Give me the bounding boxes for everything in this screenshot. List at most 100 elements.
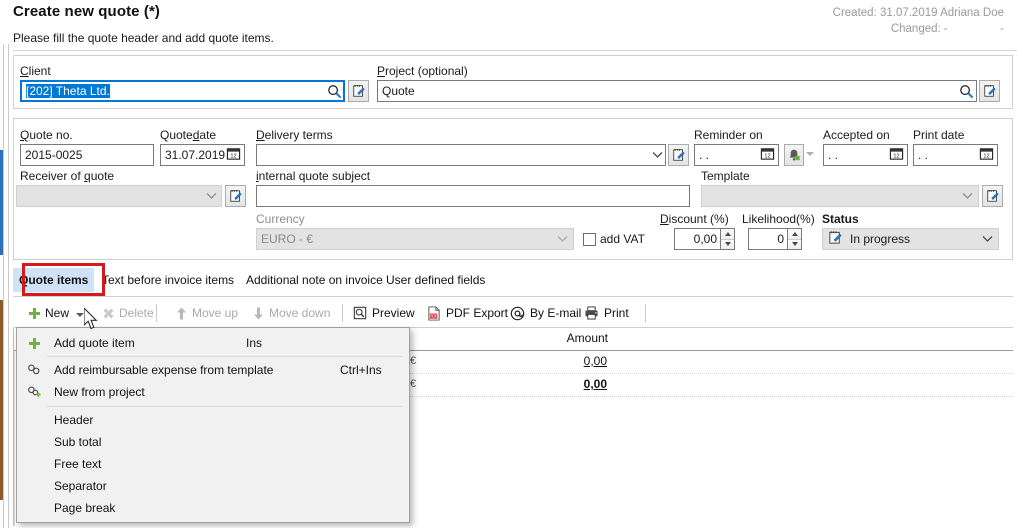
tab-text-before-invoice-items[interactable]: Text before invoice items <box>96 268 240 292</box>
quote-no-label: Quote no. <box>20 128 73 142</box>
likelihood-input[interactable]: 0 <box>748 228 788 250</box>
delivery-terms-combo[interactable] <box>256 144 666 166</box>
edit-note-icon <box>672 148 686 162</box>
pdf-export-button[interactable]: PDF PDF Export <box>427 300 508 326</box>
svg-text:12: 12 <box>983 154 989 160</box>
quote-no-value: 2015-0025 <box>25 148 82 162</box>
project-search-icon[interactable] <box>957 82 975 100</box>
expense-icon <box>26 363 42 377</box>
new-button-label: New <box>45 306 69 320</box>
currency-value: EURO - € <box>261 232 313 246</box>
menu-page-break[interactable]: Page break <box>18 497 408 519</box>
likelihood-stepper-down[interactable] <box>788 240 801 250</box>
client-label: Client <box>20 64 51 78</box>
quote-date-label: Quotedate <box>160 128 216 142</box>
header-divider <box>13 50 1017 51</box>
print-date-calendar-icon[interactable]: 12 <box>979 146 994 161</box>
project-edit-button[interactable] <box>979 80 1000 102</box>
menu-item-shortcut: Ins <box>246 336 416 350</box>
menu-item-label: Add quote item <box>54 336 135 350</box>
status-chevron-down-icon[interactable] <box>982 235 993 243</box>
menu-free-text[interactable]: Free text <box>18 453 408 475</box>
new-item-context-menu[interactable]: Add quote item Ins Add reimbursable expe… <box>16 327 410 523</box>
subject-label: internal quote subject <box>256 169 370 183</box>
client-input-value: [202] Theta Ltd. <box>26 84 110 98</box>
edit-note-icon <box>229 189 243 203</box>
reminder-dropdown-caret[interactable] <box>806 152 814 156</box>
print-button[interactable]: Print <box>584 300 629 326</box>
cross-icon <box>103 308 114 319</box>
accepted-date-value: . . <box>828 148 838 162</box>
menu-item-shortcut: Ctrl+Ins <box>340 363 510 377</box>
client-edit-button[interactable] <box>348 80 369 102</box>
quote-date-value: 31.07.2019 <box>165 148 225 162</box>
client-input[interactable]: [202] Theta Ltd. <box>20 80 345 102</box>
menu-add-quote-item[interactable]: Add quote item Ins <box>18 332 408 354</box>
chevron-down-icon[interactable] <box>652 151 663 159</box>
menu-item-label: Separator <box>54 479 107 493</box>
move-down-label: Move down <box>269 306 330 320</box>
menu-item-label: New from project <box>54 385 145 399</box>
grid-col-amount[interactable]: Amount <box>404 328 614 349</box>
svg-text:12: 12 <box>893 154 899 160</box>
by-email-button[interactable]: By E-mail <box>510 300 581 326</box>
expense-add-icon <box>26 385 42 399</box>
new-button[interactable]: New <box>29 300 84 326</box>
receiver-label: Receiver of quote <box>20 169 114 183</box>
discount-stepper-down[interactable] <box>721 240 734 250</box>
add-vat-checkbox[interactable] <box>583 233 596 246</box>
preview-button[interactable]: Preview <box>353 300 415 326</box>
delivery-terms-edit-button[interactable] <box>668 144 689 166</box>
delete-button-label: Delete <box>119 306 154 320</box>
accepted-calendar-icon[interactable]: 12 <box>889 146 904 161</box>
client-label-rest: lient <box>29 64 51 78</box>
arrow-up-icon <box>176 307 187 320</box>
add-vat-label: add VAT <box>600 232 645 246</box>
preview-magnifier-icon <box>353 306 367 320</box>
reminder-bell-button[interactable] <box>784 144 804 166</box>
reminder-label: Reminder on <box>694 128 763 142</box>
likelihood-stepper-up[interactable] <box>788 229 801 240</box>
template-chevron-down-icon[interactable] <box>962 192 973 200</box>
menu-add-reimbursable-expense[interactable]: Add reimbursable expense from template C… <box>18 359 408 381</box>
receiver-combo[interactable] <box>16 185 222 207</box>
quote-no-input[interactable]: 2015-0025 <box>20 144 154 166</box>
project-label: Project (optional) <box>377 64 468 78</box>
currency-chevron-down-icon[interactable] <box>557 235 568 243</box>
pdf-icon: PDF <box>427 306 441 321</box>
menu-sub-total[interactable]: Sub total <box>18 431 408 453</box>
by-email-label: By E-mail <box>530 306 581 320</box>
new-dropdown-caret[interactable] <box>76 313 84 317</box>
page-title: Create new quote (*) <box>13 3 160 20</box>
project-input[interactable]: Quote <box>377 80 977 102</box>
receiver-chevron-down-icon[interactable] <box>206 192 217 200</box>
tab-user-defined-fields[interactable]: User defined fields <box>380 268 491 292</box>
receiver-edit-button[interactable] <box>225 185 246 207</box>
template-combo[interactable] <box>701 185 979 207</box>
discount-stepper[interactable] <box>721 228 735 250</box>
left-edge-orange-marker <box>0 300 3 500</box>
move-down-button: Move down <box>253 300 330 326</box>
svg-text:PDF: PDF <box>429 313 438 318</box>
menu-item-label: Free text <box>54 457 101 471</box>
status-value: In progress <box>850 232 910 246</box>
likelihood-stepper[interactable] <box>788 228 802 250</box>
currency-combo[interactable]: EURO - € <box>256 228 574 250</box>
template-edit-button[interactable] <box>982 185 1003 207</box>
menu-separator[interactable]: Separator <box>18 475 408 497</box>
tab-additional-note-on-invoice[interactable]: Additional note on invoice <box>240 268 389 292</box>
total-currency: € <box>410 378 416 390</box>
discount-input[interactable]: 0,00 <box>674 228 721 250</box>
menu-header[interactable]: Header <box>18 409 408 431</box>
likelihood-label: Likelihood(%) <box>742 212 815 226</box>
created-label: Created: <box>833 7 877 19</box>
subject-input[interactable] <box>256 185 690 207</box>
menu-new-from-project[interactable]: New from project <box>18 381 408 403</box>
print-label: Print <box>604 306 629 320</box>
reminder-calendar-icon[interactable]: 12 <box>760 146 775 161</box>
calendar-icon[interactable]: 12 <box>226 146 241 161</box>
status-combo[interactable]: In progress <box>822 228 999 250</box>
search-icon[interactable] <box>325 82 343 100</box>
discount-stepper-up[interactable] <box>721 229 734 240</box>
svg-text:12: 12 <box>230 154 236 160</box>
